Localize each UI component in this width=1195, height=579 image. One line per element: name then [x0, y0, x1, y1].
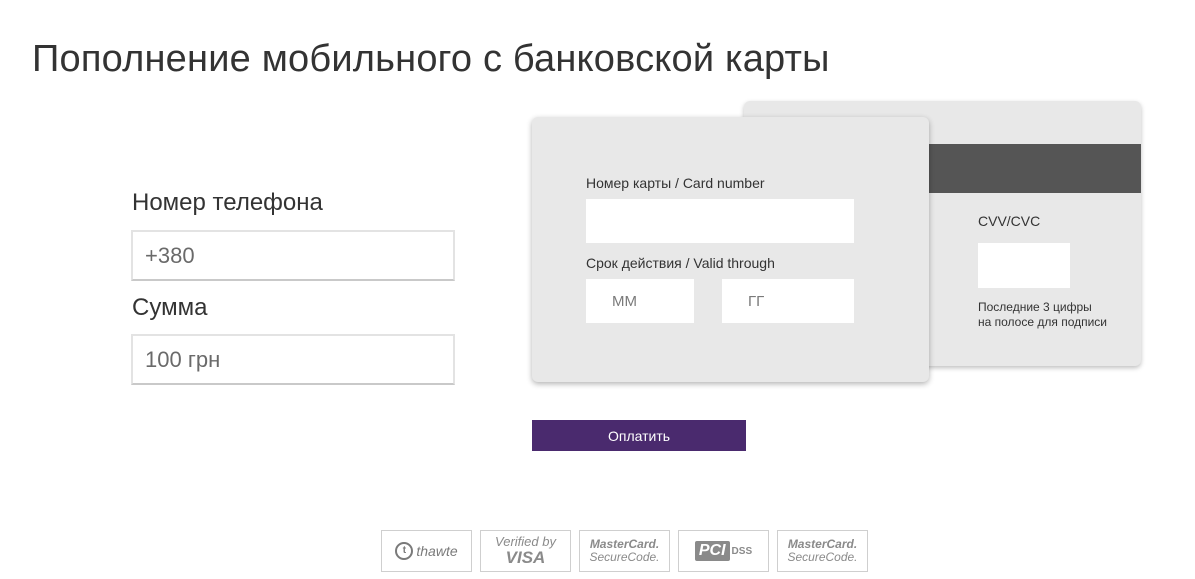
thawte-text: thawte [416, 543, 458, 559]
mastercard-securecode-badge: MasterCard. SecureCode. [579, 530, 670, 572]
expiry-year-input[interactable] [722, 279, 854, 323]
cvv-label: CVV/CVC [978, 213, 1041, 229]
security-badges: t thawte Verified by VISA MasterCard. Se… [381, 530, 868, 572]
vbv-line1: Verified by [495, 534, 556, 549]
cvv-hint-line2: на полосе для подписи [978, 315, 1108, 329]
thawte-badge: t thawte [381, 530, 472, 572]
phone-input[interactable] [131, 230, 455, 281]
amount-input[interactable] [131, 334, 455, 385]
mastercard-securecode-badge-2: MasterCard. SecureCode. [777, 530, 868, 572]
valid-through-label: Срок действия / Valid through [586, 255, 775, 271]
card-number-input[interactable] [586, 199, 854, 243]
cvv-hint-line1: Последние 3 цифры [978, 300, 1092, 314]
vbv-line2: VISA [505, 548, 546, 567]
pay-button[interactable]: Оплатить [532, 420, 746, 451]
amount-label: Сумма [132, 294, 208, 321]
card-front: Номер карты / Card number Срок действия … [532, 117, 929, 382]
pci-dss-text: DSS [731, 545, 753, 557]
page-title: Пополнение мобильного с банковской карты [32, 38, 830, 80]
pci-dss-badge: PCI DSS [678, 530, 769, 572]
verified-by-visa-badge: Verified by VISA [480, 530, 571, 572]
phone-label: Номер телефона [132, 189, 323, 216]
thawte-logo-icon: t [395, 542, 414, 560]
msc1-line2: SecureCode. [589, 550, 660, 564]
expiry-month-input[interactable] [586, 279, 694, 323]
cvv-input[interactable] [978, 243, 1070, 288]
card-number-label: Номер карты / Card number [586, 175, 765, 191]
pci-logo-icon: PCI [694, 541, 730, 561]
msc2-line2: SecureCode. [787, 550, 858, 564]
cvv-hint: Последние 3 цифры на полосе для подписи [978, 300, 1128, 330]
